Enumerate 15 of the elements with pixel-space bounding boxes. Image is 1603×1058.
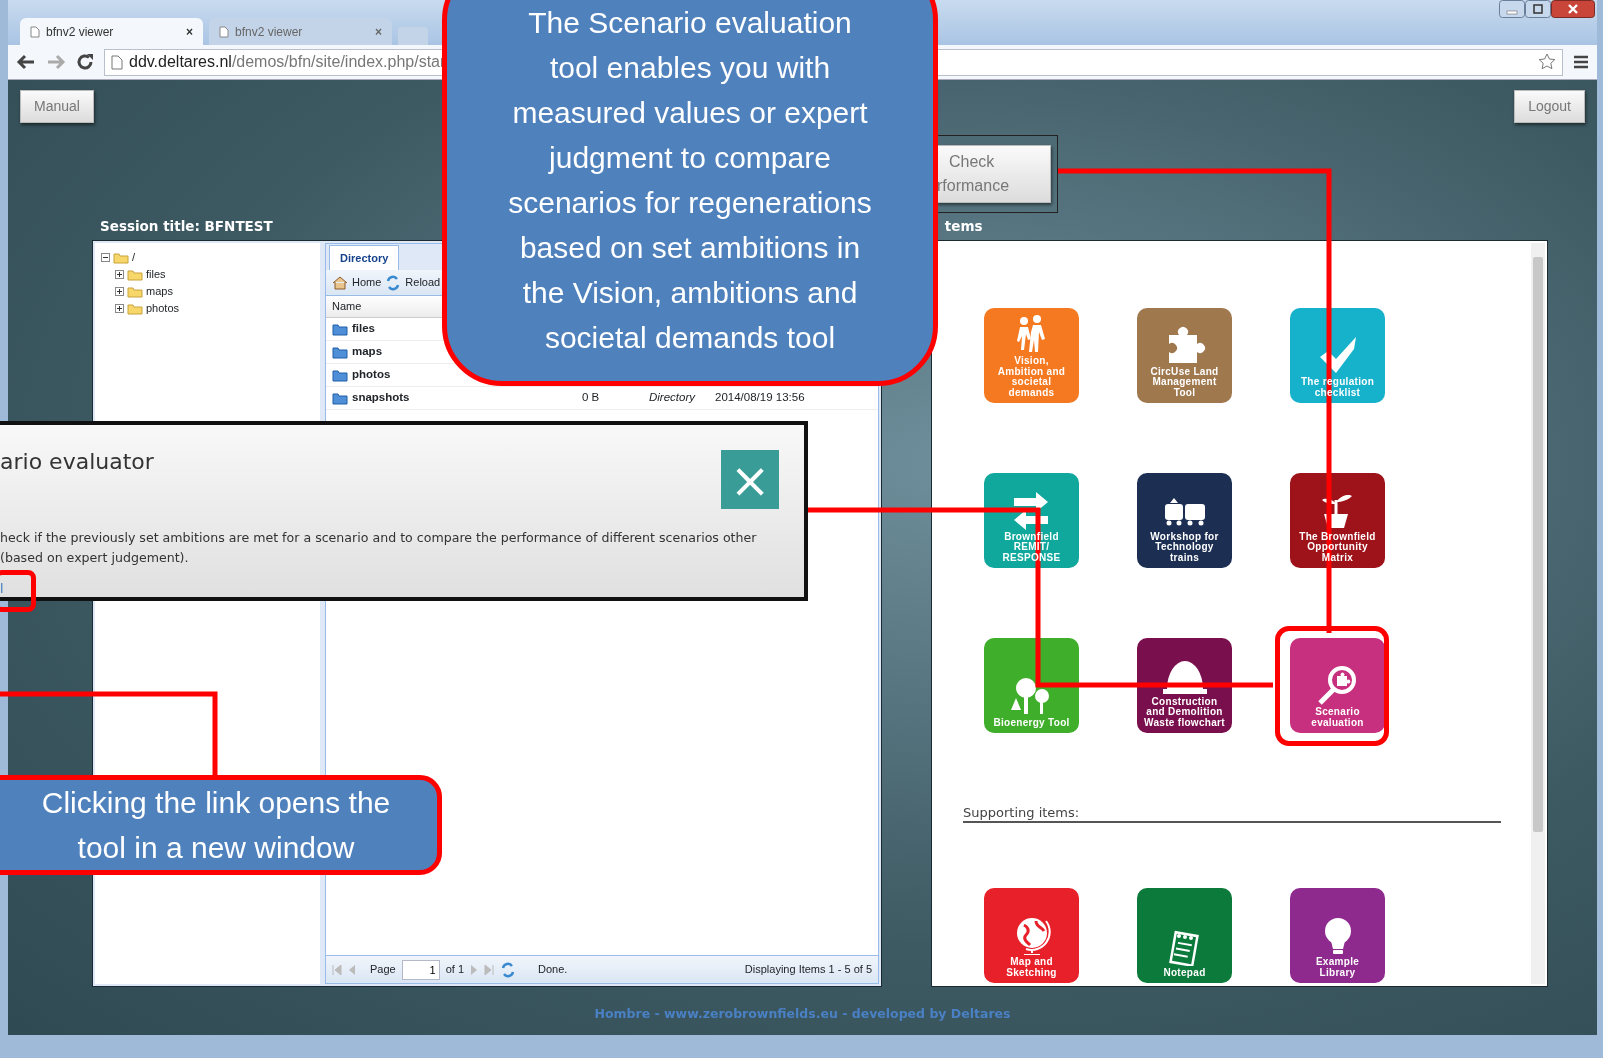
paging-info: Displaying Items 1 - 5 of 5: [744, 962, 872, 978]
status-text: Done.: [538, 962, 568, 978]
dialog-text: heck if the previously set ambitions are met for a scenario and to compare the performance of different scenarios other (based on expert judgement).: [0, 529, 758, 567]
callout-tooltip: The Scenario evaluation tool enables you with measured values or expert judgment to compare scenarios for regenerations based on set ambitions in the Vision, ambitions and societal demands tool: [442, 0, 938, 386]
callout-tooltip: Clicking the link opens the tool in a new window: [0, 775, 442, 875]
section-heading: Supporting items:: [963, 805, 1501, 823]
file-type: Directory: [649, 390, 697, 406]
dialog-title: ario evaluator: [0, 448, 154, 476]
page-label: Page: [370, 962, 396, 978]
section-heading: tems: [944, 217, 983, 237]
file-size: 0 B: [582, 390, 601, 406]
session-title: Session title: BFNTEST: [100, 217, 273, 237]
footer-text: Hombre - www.zerobrownfields.eu - developed by Deltares: [593, 1005, 1012, 1023]
file-date: 2014/08/19 13:56: [715, 390, 805, 406]
page-count: of 1: [445, 962, 465, 978]
